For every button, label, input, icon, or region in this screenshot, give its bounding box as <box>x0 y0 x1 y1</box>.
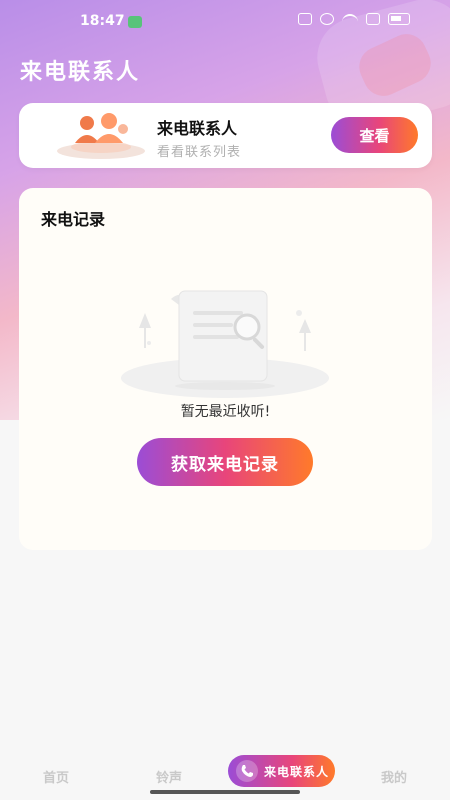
page-title: 来电联系人 <box>20 60 141 85</box>
call-record-title: 来电记录 <box>41 210 106 229</box>
status-time: 18:47 <box>80 13 125 29</box>
phone-icon <box>236 760 258 782</box>
status-bar: 18:47 <box>0 10 450 34</box>
status-icons <box>298 13 410 25</box>
battery-icon <box>388 13 410 25</box>
document-search-icon <box>121 290 329 398</box>
signal-icon <box>366 13 380 25</box>
nfc-icon <box>298 13 312 25</box>
alarm-icon <box>320 13 334 25</box>
wifi-icon <box>342 14 358 24</box>
nav-tab-caller-contacts[interactable]: 来电联系人 <box>228 755 335 787</box>
nav-tab-caller-contacts-label: 来电联系人 <box>264 764 330 779</box>
nav-tab-ringtone[interactable]: 铃声 <box>156 767 182 786</box>
contacts-card[interactable]: 来电联系人 看看联系列表 查看 <box>19 103 432 168</box>
contacts-card-title: 来电联系人 <box>157 119 238 138</box>
home-indicator[interactable] <box>150 790 300 794</box>
fetch-call-records-button[interactable]: 获取来电记录 <box>137 438 313 486</box>
nav-tab-home[interactable]: 首页 <box>43 767 69 786</box>
empty-state-text: 暂无最近收听! <box>180 404 271 420</box>
view-contacts-button[interactable]: 查看 <box>331 117 418 153</box>
app-notification-icon <box>128 16 142 28</box>
contacts-card-subtitle: 看看联系列表 <box>157 145 242 160</box>
call-record-card: 来电记录 暂无最近收听! 获取来电记录 <box>19 188 432 550</box>
nav-tab-mine[interactable]: 我的 <box>381 767 407 786</box>
people-icon <box>57 113 145 159</box>
